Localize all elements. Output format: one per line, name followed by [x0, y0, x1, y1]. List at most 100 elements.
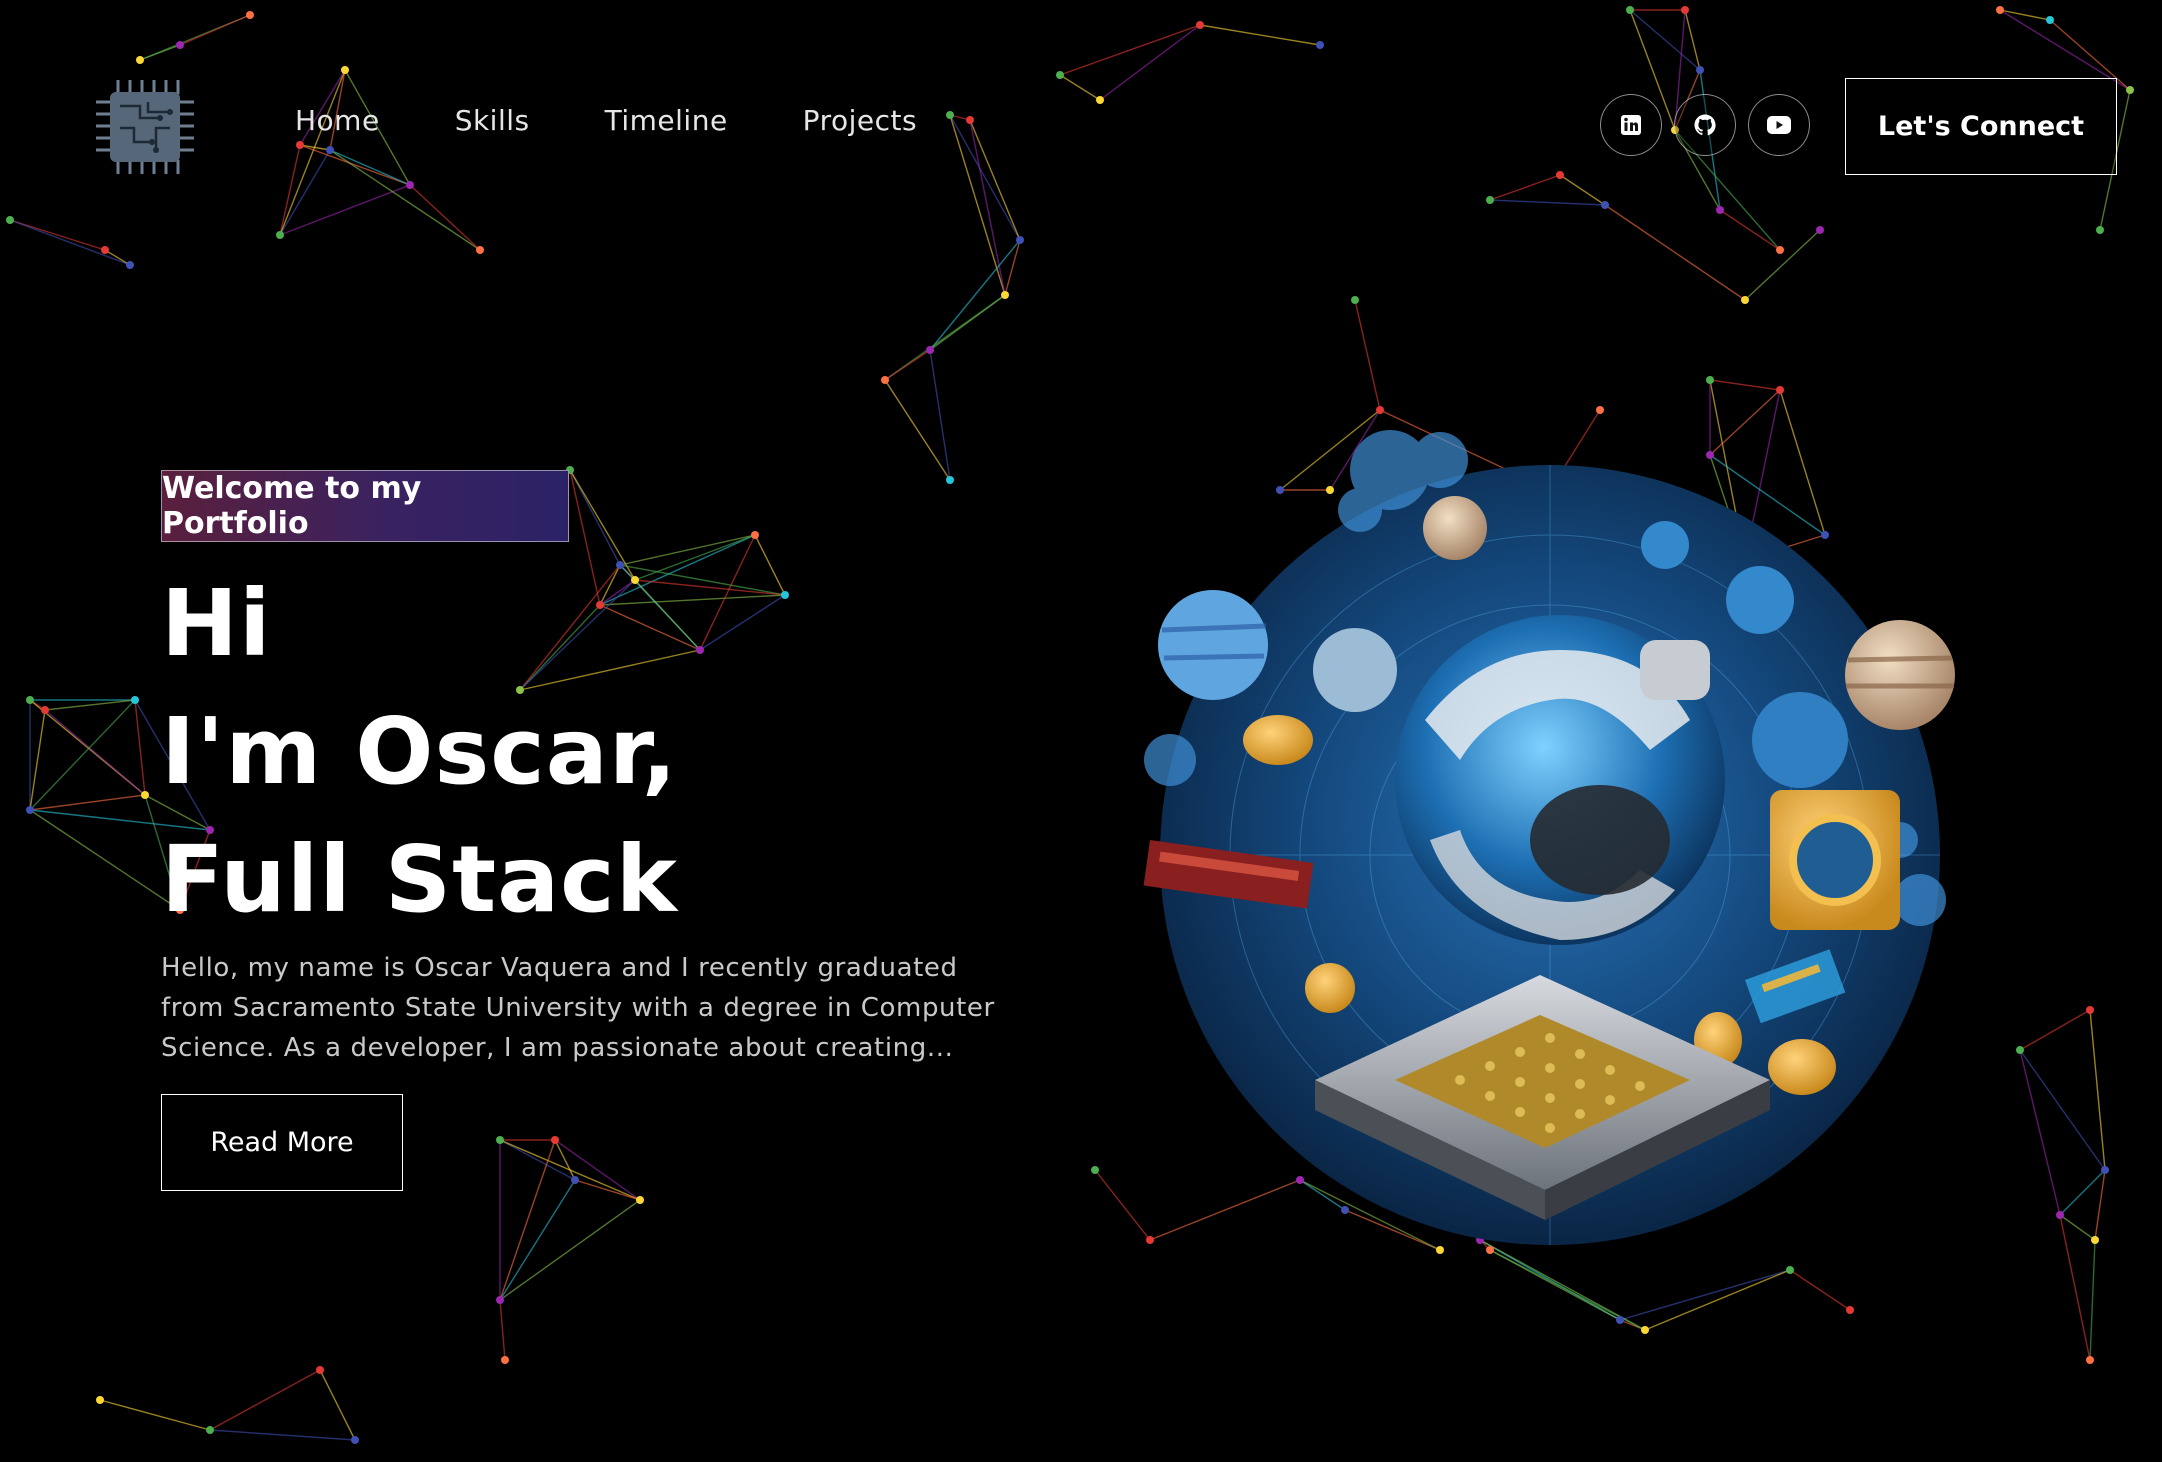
nav-timeline[interactable]: Timeline — [605, 104, 728, 137]
particle-dot — [501, 1356, 509, 1364]
particle-dot — [1696, 66, 1704, 74]
particle-link — [2019, 1049, 2061, 1216]
hero-title-line-2: I'm Oscar, — [161, 698, 678, 805]
particle-link — [2089, 1239, 2096, 1361]
particle-link — [1619, 1269, 1791, 1321]
particle-dot — [946, 476, 954, 484]
particle-dot — [1596, 406, 1604, 414]
particle-dot — [1706, 376, 1714, 384]
particle-dot — [1351, 296, 1359, 304]
nav-projects[interactable]: Projects — [803, 104, 917, 137]
particle-dot — [1376, 406, 1384, 414]
particle-link — [209, 1369, 321, 1431]
particle-link — [1629, 9, 1701, 71]
particle-link — [299, 144, 411, 186]
particle-link — [754, 534, 786, 596]
particle-link — [1354, 299, 1381, 411]
particle-link — [2094, 1169, 2106, 1241]
particle-link — [44, 699, 136, 711]
particle-link — [329, 149, 481, 251]
particle-dot — [496, 1296, 504, 1304]
particle-link — [2059, 1169, 2106, 1216]
github-icon[interactable] — [1674, 94, 1736, 156]
particle-dot — [1601, 201, 1609, 209]
particle-dot — [2101, 1166, 2109, 1174]
particle-link — [2059, 1214, 2096, 1241]
particle-dot — [96, 1396, 104, 1404]
youtube-icon[interactable] — [1748, 94, 1810, 156]
read-more-button[interactable]: Read More — [161, 1094, 403, 1191]
particle-dot — [351, 1436, 359, 1444]
particle-link — [9, 219, 106, 251]
particle-link — [969, 119, 1021, 241]
hero-title-line-1: Hi — [161, 570, 272, 677]
particle-link — [1059, 24, 1201, 76]
particle-link — [569, 469, 621, 566]
nav-skills[interactable]: Skills — [455, 104, 530, 137]
nav-home[interactable]: Home — [295, 104, 380, 137]
particle-dot — [1641, 1326, 1649, 1334]
cpu-chip-icon[interactable] — [90, 72, 200, 182]
particle-link — [884, 349, 931, 381]
particle-dot — [636, 1196, 644, 1204]
particle-link — [1709, 379, 1781, 391]
particle-link — [1489, 174, 1561, 201]
particle-link — [29, 809, 181, 911]
particle-dot — [1716, 206, 1724, 214]
particle-dot — [1776, 386, 1784, 394]
particle-link — [2089, 1009, 2106, 1171]
particle-dot — [1096, 96, 1104, 104]
particle-dot — [1316, 41, 1324, 49]
hero-title-line-3: Full Stack — [161, 826, 678, 933]
particle-dot — [276, 231, 284, 239]
particle-dot — [2126, 86, 2134, 94]
particle-dot — [296, 141, 304, 149]
particle-dot — [26, 696, 34, 704]
particle-dot — [881, 376, 889, 384]
welcome-badge: Welcome to my Portfolio — [161, 470, 569, 542]
particle-dot — [131, 696, 139, 704]
particle-link — [1199, 24, 1321, 46]
particle-dot — [41, 706, 49, 714]
particle-link — [409, 184, 481, 251]
particle-link — [1559, 174, 1606, 206]
particle-link — [99, 1399, 211, 1431]
particle-link — [1789, 1269, 1851, 1311]
particle-dot — [2086, 1006, 2094, 1014]
particle-dot — [1846, 1306, 1854, 1314]
particle-link — [499, 1299, 506, 1361]
particle-dot — [6, 216, 14, 224]
particle-dot — [2096, 226, 2104, 234]
planet-top — [1423, 496, 1487, 560]
particle-dot — [2086, 1356, 2094, 1364]
particle-dot — [1681, 6, 1689, 14]
particle-link — [1744, 229, 1821, 301]
particle-dot — [316, 1366, 324, 1374]
particle-dot — [26, 806, 34, 814]
particle-dot — [476, 246, 484, 254]
particle-dot — [141, 791, 149, 799]
particle-link — [1059, 74, 1101, 101]
particle-dot — [406, 181, 414, 189]
particle-dot — [1776, 246, 1784, 254]
particle-dot — [326, 146, 334, 154]
particle-link — [29, 699, 136, 811]
particle-link — [279, 149, 331, 236]
particle-link — [209, 1429, 356, 1441]
particle-link — [499, 1199, 641, 1301]
social-links — [1600, 94, 1810, 156]
particle-dot — [926, 346, 934, 354]
particle-link — [279, 184, 411, 236]
particle-dot — [1626, 6, 1634, 14]
particle-dot — [571, 1176, 579, 1184]
particle-link — [329, 149, 411, 186]
particle-dot — [246, 11, 254, 19]
particle-dot — [2091, 1236, 2099, 1244]
particle-link — [1489, 199, 1606, 206]
particle-link — [2059, 1214, 2091, 1361]
particle-dot — [1616, 1316, 1624, 1324]
particle-link — [29, 709, 46, 811]
linkedin-icon[interactable] — [1600, 94, 1662, 156]
particle-dot — [341, 66, 349, 74]
lets-connect-button[interactable]: Let's Connect — [1845, 78, 2117, 175]
